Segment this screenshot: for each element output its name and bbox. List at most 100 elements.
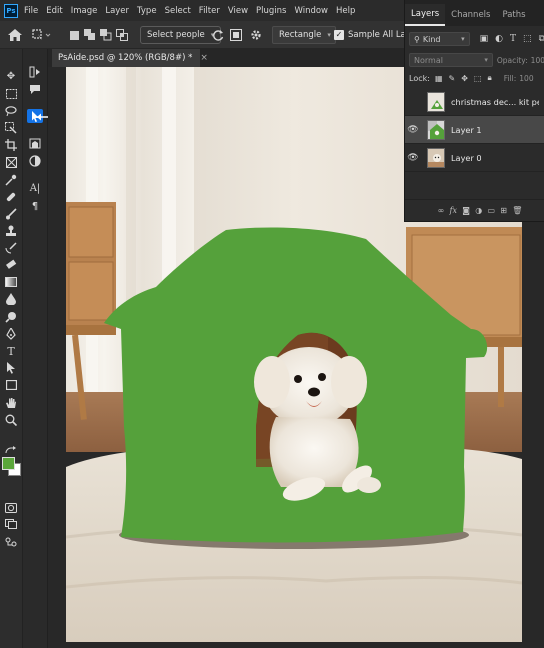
adjustment-icon[interactable]: ◑ (475, 206, 482, 215)
menu-view[interactable]: View (228, 6, 248, 16)
character-panel-icon[interactable]: A| (27, 181, 43, 195)
eye-icon[interactable]: 👁︎ (405, 125, 421, 135)
lock-position-icon[interactable]: ✥ (461, 74, 468, 83)
folder-icon[interactable]: ▭ (487, 206, 495, 215)
menu-window[interactable]: Window (294, 6, 328, 16)
lock-transparent-icon[interactable]: ▦ (435, 74, 443, 83)
tab-layers[interactable]: Layers (405, 4, 446, 26)
pixel-filter-icon[interactable]: ▣ (480, 34, 489, 44)
foreground-color-swatch[interactable] (2, 457, 15, 470)
screen-mode-icon[interactable] (3, 517, 19, 531)
opacity-value[interactable]: 100 (531, 56, 544, 65)
blend-row: Normal ▾ Opacity: 100 (405, 52, 544, 68)
link-icon[interactable]: ∞ (438, 206, 445, 215)
libraries-icon[interactable] (27, 136, 43, 150)
crop-tool-icon[interactable] (3, 138, 19, 152)
layer-name: Layer 1 (451, 124, 482, 135)
tab-paths[interactable]: Paths (496, 4, 531, 26)
brush-tool-icon[interactable] (3, 207, 19, 221)
object-selection-tool-icon[interactable] (3, 121, 19, 135)
blend-mode-value: Normal (414, 55, 443, 65)
rectangle-tool-icon[interactable] (3, 378, 19, 392)
new-selection-icon[interactable] (70, 21, 79, 49)
pen-tool-icon[interactable] (3, 327, 19, 341)
frame-tool-icon[interactable] (3, 155, 19, 169)
blend-mode-dropdown[interactable]: Normal ▾ (409, 53, 493, 67)
path-selection-tool-icon[interactable] (3, 361, 19, 375)
mask-icon[interactable]: ◙ (462, 206, 470, 215)
history-brush-tool-icon[interactable] (3, 241, 19, 255)
close-icon[interactable]: × (200, 53, 208, 63)
chevron-down-icon: ▾ (327, 31, 331, 39)
options-bar: Select people ▾ Rectangle ▾ ✓ Sample All L… (0, 21, 420, 49)
edit-toolbar-icon[interactable] (3, 535, 19, 549)
paragraph-panel-icon[interactable]: ¶ (27, 199, 43, 213)
comments-icon[interactable] (27, 82, 43, 96)
chevron-down-icon: ▾ (461, 35, 465, 43)
menu-help[interactable]: Help (336, 6, 355, 16)
menu-image[interactable]: Image (71, 6, 98, 16)
layer-thumbnail (427, 147, 445, 168)
gradient-tool-icon[interactable] (3, 275, 19, 289)
swap-colors-icon[interactable] (3, 443, 19, 457)
tool-preset-icon[interactable] (32, 21, 52, 49)
quick-mask-icon[interactable] (3, 501, 19, 515)
menu-edit[interactable]: Edit (46, 6, 62, 16)
layer-row-christmas[interactable]: christmas dec... kit pet bed (405, 88, 544, 116)
type-tool-icon[interactable]: T (3, 344, 19, 358)
clone-stamp-tool-icon[interactable] (3, 224, 19, 238)
chevron-down-icon: ▾ (484, 56, 488, 64)
layer-row-layer-0[interactable]: 👁︎ Layer 0 (405, 144, 544, 172)
fill-label: Fill: (503, 73, 517, 83)
menu-file[interactable]: File (24, 6, 38, 16)
fill-value[interactable]: 100 (519, 74, 533, 83)
lock-image-icon[interactable]: ✎ (449, 74, 456, 83)
trash-icon[interactable]: 🗑︎ (512, 206, 522, 215)
menu-layer[interactable]: Layer (105, 6, 129, 16)
menu-plugins[interactable]: Plugins (256, 6, 286, 16)
lock-artboard-icon[interactable]: ⬚ (474, 74, 482, 83)
select-people-label: Select people (147, 30, 205, 40)
eyedropper-tool-icon[interactable] (3, 173, 19, 187)
move-tool-icon[interactable]: ✥ (3, 69, 19, 83)
mode-value: Rectangle (279, 30, 322, 40)
new-layer-icon[interactable]: ⊞ (500, 206, 507, 215)
document-tab[interactable]: PsAide.psd @ 120% (RGB/8#) * × (52, 49, 208, 67)
zoom-tool-icon[interactable] (3, 413, 19, 427)
layer-thumbnail (427, 119, 445, 140)
secondary-tools-panel: A| ¶ (23, 49, 59, 648)
gear-icon[interactable] (250, 21, 262, 49)
dodge-tool-icon[interactable] (3, 310, 19, 324)
lasso-tool-icon[interactable] (3, 104, 19, 118)
type-filter-icon[interactable]: T (510, 34, 516, 44)
subtract-selection-icon[interactable] (100, 21, 112, 49)
mode-dropdown[interactable]: Rectangle ▾ (272, 21, 336, 49)
smart-filter-icon[interactable]: ⧉ (539, 34, 544, 44)
layer-row-layer-1[interactable]: 👁︎ Layer 1 (405, 116, 544, 144)
history-panel-icon[interactable] (27, 65, 43, 79)
eraser-tool-icon[interactable] (3, 258, 19, 272)
menu-select[interactable]: Select (165, 6, 191, 16)
adjustments-icon[interactable] (27, 154, 43, 168)
refresh-icon[interactable] (212, 21, 224, 49)
menu-type[interactable]: Type (137, 6, 157, 16)
menu-filter[interactable]: Filter (199, 6, 220, 16)
hand-tool-icon[interactable] (3, 396, 19, 410)
eye-icon[interactable]: 👁︎ (405, 153, 421, 163)
fx-icon[interactable]: fx (450, 206, 457, 215)
layer-name: Layer 0 (451, 152, 482, 163)
kind-filter-dropdown[interactable]: ⚲ Kind ▾ (409, 32, 470, 46)
lock-all-icon[interactable]: 🔒︎ (487, 73, 491, 83)
shape-filter-icon[interactable]: ⬚ (523, 34, 532, 44)
select-subject-icon[interactable] (230, 21, 242, 49)
opacity-label: Opacity: (496, 55, 528, 65)
blur-tool-icon[interactable] (3, 292, 19, 306)
home-icon[interactable] (8, 21, 22, 49)
healing-brush-tool-icon[interactable] (3, 190, 19, 204)
marquee-tool-icon[interactable] (3, 87, 19, 101)
tab-channels[interactable]: Channels (445, 4, 496, 26)
intersect-selection-icon[interactable] (116, 21, 128, 49)
add-to-selection-icon[interactable] (84, 21, 96, 49)
adjustment-filter-icon[interactable]: ◐ (495, 34, 503, 44)
select-people-button[interactable]: Select people ▾ (140, 21, 222, 49)
